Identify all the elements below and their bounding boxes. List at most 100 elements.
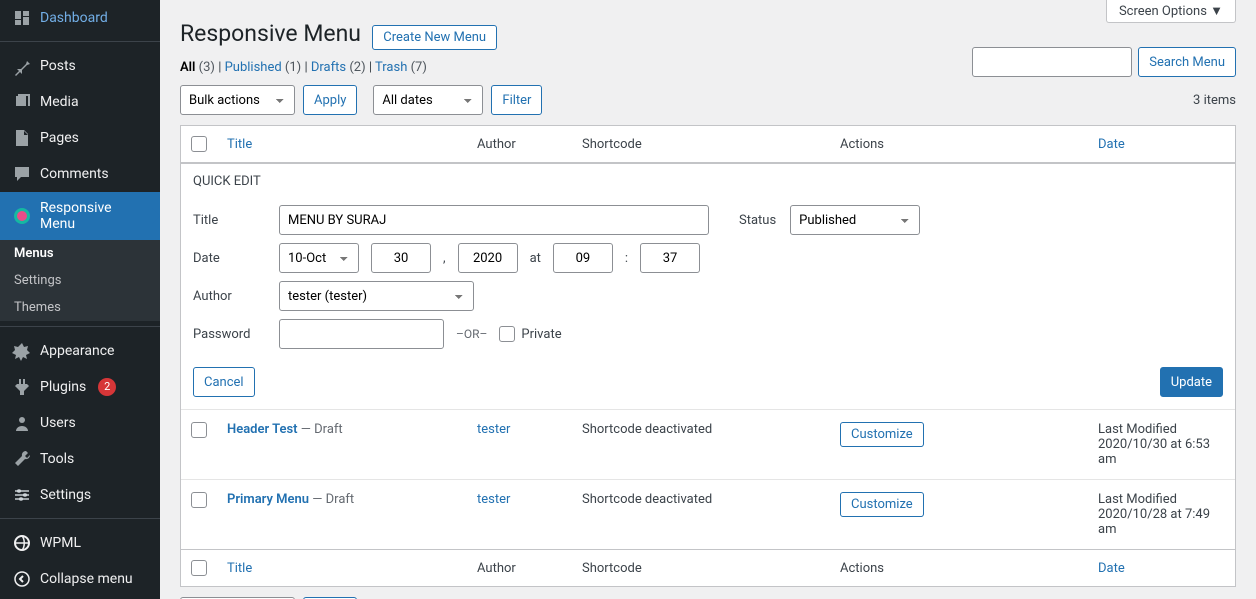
sidebar-item-label: Posts: [40, 58, 76, 74]
sidebar-item-label: Collapse menu: [40, 571, 133, 587]
search-box: Search Menu: [972, 47, 1236, 77]
row-date-label: Last Modified: [1098, 492, 1177, 507]
qe-colon-text: :: [625, 251, 628, 266]
row-title-link[interactable]: Primary Menu: [227, 492, 309, 507]
tools-icon: [12, 449, 32, 469]
qe-author-select[interactable]: tester (tester): [279, 281, 474, 311]
footer-author: Author: [467, 549, 572, 586]
wpml-icon: [12, 533, 32, 553]
appearance-icon: [12, 341, 32, 361]
sidebar-item-responsive-menu[interactable]: Responsive Menu: [0, 192, 160, 240]
filter-trash-count: (7): [411, 60, 427, 75]
sidebar-submenu: Menus Settings Themes: [0, 240, 160, 321]
qe-update-button[interactable]: Update: [1160, 367, 1223, 397]
qe-minute-input[interactable]: [640, 243, 700, 273]
row-checkbox[interactable]: [191, 422, 207, 438]
media-icon: [12, 92, 32, 112]
footer-actions: Actions: [830, 549, 1088, 586]
sidebar-sub-settings[interactable]: Settings: [0, 267, 160, 294]
collapse-icon: [12, 569, 32, 589]
screen-options-toggle[interactable]: Screen Options ▼: [1106, 0, 1236, 23]
qe-author-label: Author: [193, 289, 267, 304]
pin-icon: [12, 56, 32, 76]
sidebar-item-label: Pages: [40, 130, 79, 146]
sidebar-item-label: Settings: [40, 487, 91, 503]
select-all-checkbox-foot[interactable]: [191, 560, 207, 576]
qe-hour-input[interactable]: [553, 243, 613, 273]
sidebar-item-comments[interactable]: Comments: [0, 156, 160, 192]
sidebar-item-collapse[interactable]: Collapse menu: [0, 561, 160, 597]
items-count: 3 items: [1193, 93, 1236, 108]
row-checkbox[interactable]: [191, 492, 207, 508]
qe-status-label: Status: [739, 213, 776, 228]
plugins-icon: [12, 377, 32, 397]
sidebar-item-plugins[interactable]: Plugins 2: [0, 369, 160, 405]
page-icon: [12, 128, 32, 148]
footer-shortcode: Shortcode: [572, 549, 830, 586]
create-new-menu-button[interactable]: Create New Menu: [372, 25, 497, 50]
sidebar-item-users[interactable]: Users: [0, 405, 160, 441]
sidebar-item-appearance[interactable]: Appearance: [0, 333, 160, 369]
qe-private-wrapper[interactable]: Private: [499, 326, 561, 342]
quick-edit-heading: QUICK EDIT: [193, 174, 1223, 189]
date-filter-select[interactable]: All dates: [373, 85, 483, 115]
filter-trash[interactable]: Trash: [375, 60, 407, 75]
qe-at-text: at: [530, 251, 541, 266]
row-shortcode: Shortcode deactivated: [572, 409, 830, 479]
apply-bulk-button[interactable]: Apply: [303, 85, 357, 115]
filter-all[interactable]: All: [180, 60, 195, 75]
main-content: Screen Options ▼ Responsive Menu Create …: [160, 0, 1256, 599]
page-title: Responsive Menu: [180, 20, 361, 47]
qe-cancel-button[interactable]: Cancel: [193, 367, 255, 397]
sidebar-item-media[interactable]: Media: [0, 84, 160, 120]
qe-status-select[interactable]: Published: [790, 205, 920, 235]
sidebar-item-dashboard[interactable]: Dashboard: [0, 0, 160, 36]
qe-year-input[interactable]: [458, 243, 518, 273]
table-row: Primary Menu — Draft tester Shortcode de…: [181, 479, 1235, 549]
settings-icon: [12, 485, 32, 505]
row-shortcode: Shortcode deactivated: [572, 479, 830, 549]
search-input[interactable]: [972, 47, 1132, 77]
filter-published[interactable]: Published: [225, 60, 282, 75]
sidebar-sub-themes[interactable]: Themes: [0, 294, 160, 321]
row-author-link[interactable]: tester: [477, 492, 510, 507]
sidebar-item-label: Plugins: [40, 379, 86, 395]
sidebar-item-label: Tools: [40, 451, 74, 467]
sidebar-item-label: Comments: [40, 166, 109, 182]
header-actions: Actions: [830, 126, 1088, 163]
header-author: Author: [467, 126, 572, 163]
row-author-link[interactable]: tester: [477, 422, 510, 437]
qe-password-input[interactable]: [279, 319, 444, 349]
plugins-update-badge: 2: [98, 378, 116, 396]
qe-date-label: Date: [193, 251, 267, 266]
header-title[interactable]: Title: [227, 137, 252, 152]
sidebar-item-pages[interactable]: Pages: [0, 120, 160, 156]
search-button[interactable]: Search Menu: [1138, 47, 1236, 77]
footer-date[interactable]: Date: [1098, 561, 1125, 576]
filter-published-count: (1): [285, 60, 301, 75]
comments-icon: [12, 164, 32, 184]
filter-drafts[interactable]: Drafts: [311, 60, 346, 75]
sidebar-item-settings[interactable]: Settings: [0, 477, 160, 513]
sidebar-item-label: Appearance: [40, 343, 114, 359]
row-state: — Draft: [301, 422, 343, 437]
sidebar-item-wpml[interactable]: WPML: [0, 525, 160, 561]
customize-button[interactable]: Customize: [840, 422, 924, 447]
row-date: 2020/10/30 at 6:53 am: [1098, 437, 1210, 467]
header-date[interactable]: Date: [1098, 137, 1125, 152]
qe-title-input[interactable]: [279, 205, 709, 235]
qe-day-input[interactable]: [371, 243, 431, 273]
customize-button[interactable]: Customize: [840, 492, 924, 517]
sidebar-sub-menus[interactable]: Menus: [0, 240, 160, 267]
select-all-checkbox[interactable]: [191, 136, 207, 152]
sidebar-item-tools[interactable]: Tools: [0, 441, 160, 477]
row-title-link[interactable]: Header Test: [227, 422, 298, 437]
footer-title[interactable]: Title: [227, 561, 252, 576]
qe-private-checkbox[interactable]: [499, 326, 515, 342]
filter-button[interactable]: Filter: [491, 85, 542, 115]
menus-table: Title Author Shortcode Actions Date QUIC…: [180, 125, 1236, 587]
dashboard-icon: [12, 8, 32, 28]
sidebar-item-posts[interactable]: Posts: [0, 48, 160, 84]
bulk-actions-select[interactable]: Bulk actions: [180, 85, 295, 115]
qe-month-select[interactable]: 10-Oct: [279, 243, 359, 273]
